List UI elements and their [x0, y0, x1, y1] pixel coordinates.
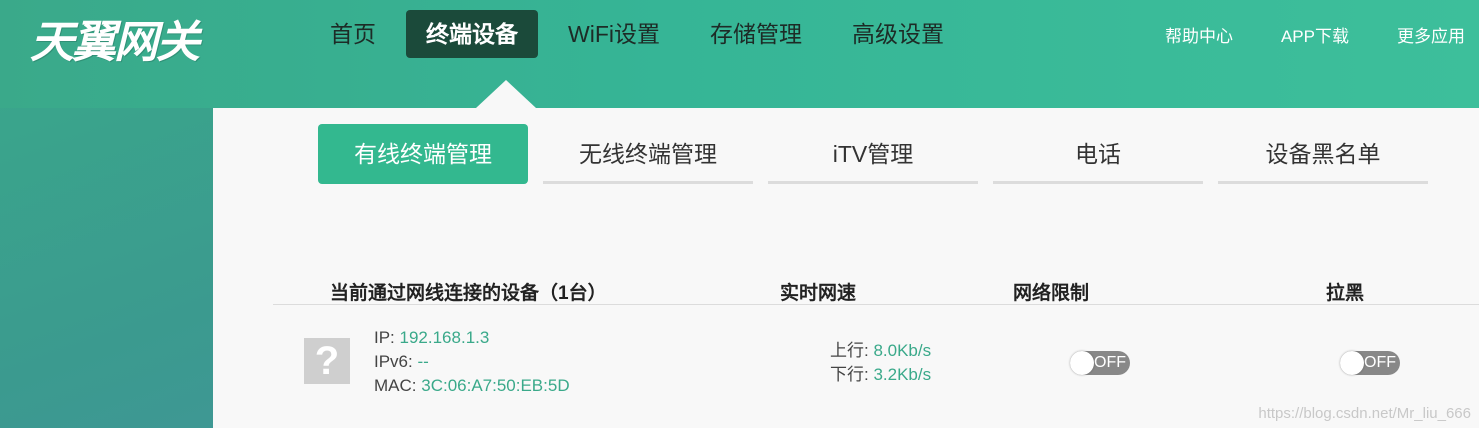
help-center-link[interactable]: 帮助中心 — [1165, 22, 1233, 47]
main-nav: 首页 终端设备 WiFi设置 存储管理 高级设置 — [310, 10, 974, 58]
header-devices: 当前通过网线连接的设备（1台） — [330, 283, 607, 304]
brand-logo[interactable]: 天翼网关 — [30, 6, 200, 70]
top-header: 天翼网关 首页 终端设备 WiFi设置 存储管理 高级设置 帮助中心 APP下载… — [0, 0, 1479, 108]
device-speed: 上行: 8.0Kb/s 下行: 3.2Kb/s — [830, 339, 931, 387]
toggle-knob — [1340, 351, 1364, 375]
nav-devices[interactable]: 终端设备 — [406, 10, 538, 58]
download-value: 3.2Kb/s — [873, 365, 932, 384]
more-apps-link[interactable]: 更多应用 — [1397, 22, 1465, 47]
tab-blacklist[interactable]: 设备黑名单 — [1218, 124, 1428, 184]
nav-storage[interactable]: 存储管理 — [690, 10, 822, 58]
header-speed: 实时网速 — [780, 283, 857, 304]
tab-phone[interactable]: 电话 — [993, 124, 1203, 184]
header-limit: 网络限制 — [1013, 283, 1090, 304]
sub-tabs: 有线终端管理 无线终端管理 iTV管理 电话 设备黑名单 — [318, 124, 1443, 184]
block-device-toggle[interactable]: OFF — [1340, 351, 1400, 375]
upload-label: 上行: — [830, 341, 874, 360]
ipv6-value: -- — [417, 352, 429, 371]
nav-advanced[interactable]: 高级设置 — [832, 10, 964, 58]
unknown-device-icon: ? — [304, 338, 350, 384]
ip-value: 192.168.1.3 — [399, 328, 490, 347]
content-panel: 有线终端管理 无线终端管理 iTV管理 电话 设备黑名单 当前通过网线连接的设备… — [213, 108, 1479, 428]
table-header: 当前通过网线连接的设备（1台） 实时网速 网络限制 拉黑 — [273, 274, 1479, 305]
toggle-knob — [1070, 351, 1094, 375]
network-limit-state: OFF — [1094, 354, 1126, 371]
header-block: 拉黑 — [1326, 283, 1365, 304]
watermark-text: https://blog.csdn.net/Mr_liu_666 — [1258, 405, 1471, 422]
tab-wireless-devices[interactable]: 无线终端管理 — [543, 124, 753, 184]
app-download-link[interactable]: APP下载 — [1281, 22, 1349, 47]
nav-home[interactable]: 首页 — [310, 10, 396, 58]
ipv6-label: IPv6: — [374, 352, 418, 371]
active-nav-indicator — [476, 80, 536, 108]
mac-label: MAC: — [374, 376, 422, 395]
download-label: 下行: — [830, 365, 874, 384]
device-info: IP: 192.168.1.3 IPv6: -- MAC: 3C:06:A7:5… — [374, 326, 570, 398]
network-limit-toggle[interactable]: OFF — [1070, 351, 1130, 375]
utility-links: 帮助中心 APP下载 更多应用 — [1117, 22, 1465, 47]
nav-wifi[interactable]: WiFi设置 — [548, 10, 680, 58]
ip-label: IP: — [374, 328, 400, 347]
tab-itv[interactable]: iTV管理 — [768, 124, 978, 184]
tab-wired-devices[interactable]: 有线终端管理 — [318, 124, 528, 184]
upload-value: 8.0Kb/s — [873, 341, 932, 360]
mac-value: 3C:06:A7:50:EB:5D — [421, 376, 570, 395]
block-device-state: OFF — [1364, 354, 1396, 371]
